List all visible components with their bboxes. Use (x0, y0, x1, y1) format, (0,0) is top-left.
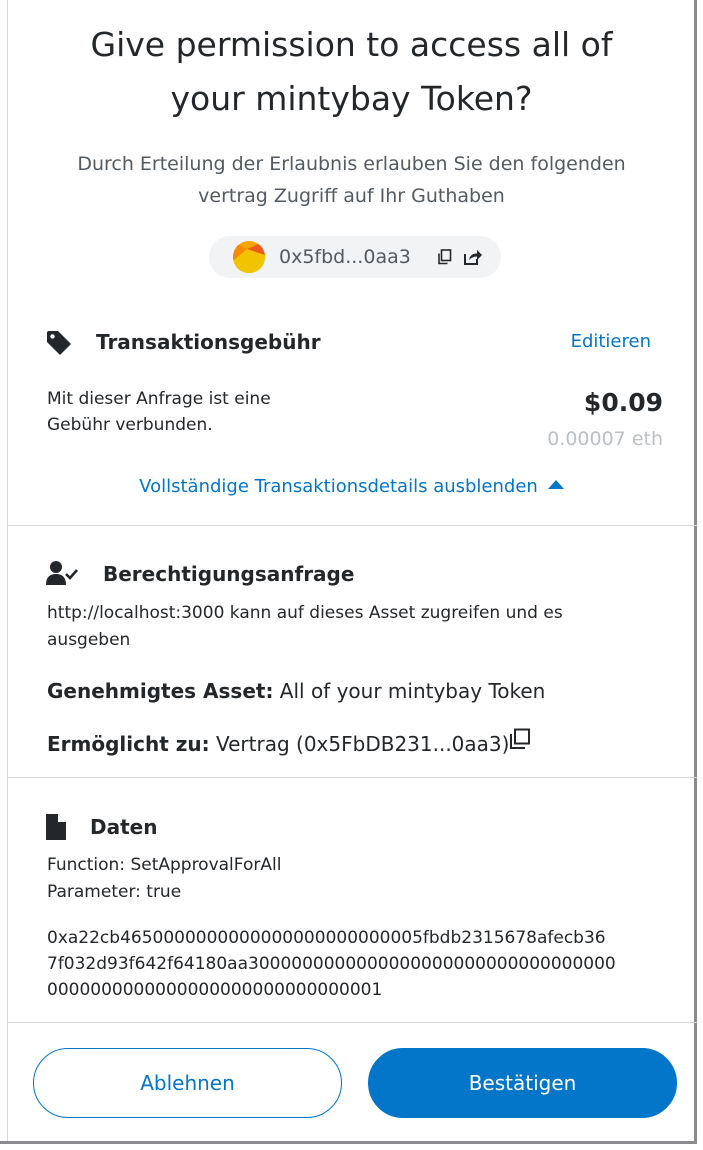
fee-eth-amount: 0.00007 eth (547, 428, 663, 450)
share-icon[interactable] (463, 248, 483, 270)
hex-line-1: 0xa22cb4650000000000000000000000005fbdb2… (47, 928, 606, 948)
approved-asset-row: Genehmigtes Asset: All of your mintybay … (47, 677, 545, 705)
footer-divider (8, 1022, 697, 1023)
account-avatar-icon (233, 241, 265, 273)
granted-to-row: Ermöglicht zu: Vertrag (0x5FbDB231...0aa… (47, 730, 509, 758)
parameter-line: Parameter: true (47, 882, 182, 902)
file-icon (46, 814, 66, 844)
hex-line-3: 0000000000000000000000000000001 (47, 980, 383, 1000)
fee-title: Transaktionsgebühr (96, 330, 321, 354)
hex-line-2: 7f032d93f642f64180aa30000000000000000000… (47, 954, 616, 974)
toggle-details-label: Vollständige Transaktionsdetails ausblen… (139, 476, 538, 497)
hex-data: 0xa22cb4650000000000000000000000005fbdb2… (47, 925, 647, 1003)
permission-description-line-2: ausgeben (47, 630, 131, 650)
fee-description-line-2: Gebühr verbunden. (47, 415, 213, 435)
permission-description: http://localhost:3000 kann auf dieses As… (47, 600, 647, 654)
user-check-icon (46, 560, 78, 590)
function-line: Function: SetApprovalForAll (47, 855, 282, 875)
edit-fee-link[interactable]: Editieren (571, 330, 651, 354)
subtitle-line-2: vertrag Zugriff auf Ihr Guthaben (198, 185, 505, 207)
contract-address-pill: 0x5fbd...0aa3 (209, 236, 501, 278)
fee-description: Mit dieser Anfrage ist eine Gebühr verbu… (47, 386, 347, 438)
title-line-1: Give permission to access all of (90, 25, 613, 64)
caret-up-icon (547, 480, 564, 489)
page-subtitle: Durch Erteilung der Erlaubnis erlauben S… (0, 148, 703, 212)
section-divider (8, 777, 697, 778)
fee-description-line-1: Mit dieser Anfrage ist eine (47, 389, 271, 409)
approved-asset-value: All of your mintybay Token (279, 679, 546, 703)
granted-to-value: Vertrag (0x5FbDB231...0aa3) (216, 732, 510, 756)
approved-asset-label: Genehmigtes Asset: (47, 679, 274, 703)
permission-title: Berechtigungsanfrage (103, 562, 355, 586)
section-divider (8, 525, 697, 526)
tag-icon (46, 330, 72, 360)
subtitle-line-1: Durch Erteilung der Erlaubnis erlauben S… (77, 153, 626, 175)
granted-to-label: Ermöglicht zu: (47, 732, 210, 756)
confirm-button[interactable]: Bestätigen (368, 1048, 677, 1118)
reject-button[interactable]: Ablehnen (33, 1048, 342, 1118)
data-title: Daten (90, 815, 158, 839)
toggle-transaction-details-link[interactable]: Vollständige Transaktionsdetails ausblen… (0, 475, 703, 499)
copy-icon[interactable] (437, 249, 452, 269)
contract-address-text: 0x5fbd...0aa3 (279, 246, 411, 268)
fee-usd-amount: $0.09 (583, 388, 663, 417)
page-title: Give permission to access all of your mi… (0, 18, 703, 126)
title-line-2: your mintybay Token? (170, 79, 533, 118)
copy-contract-icon[interactable] (509, 728, 531, 754)
permission-description-line-1: http://localhost:3000 kann auf dieses As… (47, 603, 563, 623)
